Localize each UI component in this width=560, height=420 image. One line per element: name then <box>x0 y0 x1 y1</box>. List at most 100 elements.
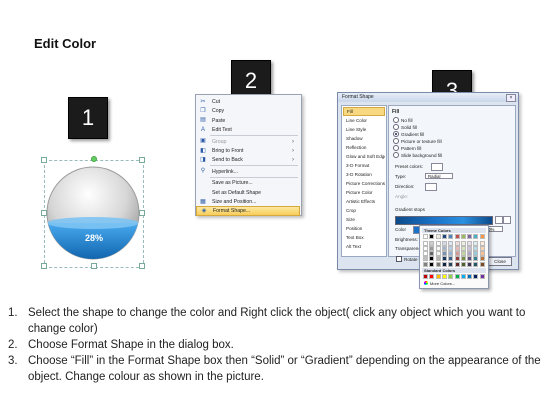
menu-item-label: Bring to Front <box>212 148 244 154</box>
menu-item-label: Format Shape... <box>213 208 251 215</box>
preset-colors-dropdown[interactable] <box>431 163 443 171</box>
color-swatch[interactable] <box>454 234 460 239</box>
color-swatch[interactable] <box>479 261 485 267</box>
format-shape-icon: ◈ <box>201 207 207 214</box>
color-swatch[interactable] <box>473 261 479 267</box>
instruction-item: 1. Select the shape to change the color a… <box>8 305 556 337</box>
radio-button[interactable] <box>393 124 399 130</box>
standard-color-swatch[interactable] <box>467 274 473 279</box>
selected-shape[interactable]: 28% <box>41 156 145 269</box>
fill-option-solid-fill[interactable]: Solid fill <box>393 124 417 130</box>
resize-handle[interactable] <box>41 157 47 163</box>
nav-item-text-box[interactable]: Text Box <box>343 233 385 242</box>
menu-item-label: Size and Position... <box>212 199 257 205</box>
instruction-number: 3. <box>8 355 18 367</box>
fill-option-no-fill[interactable]: No fill <box>393 117 413 123</box>
radio-button[interactable] <box>393 152 399 158</box>
more-colors-item[interactable]: More Colors... <box>422 281 486 286</box>
standard-color-swatch[interactable] <box>454 274 460 279</box>
color-swatch[interactable] <box>441 234 447 239</box>
blank-icon <box>199 180 207 187</box>
standard-color-swatch[interactable] <box>448 274 454 279</box>
resize-handle[interactable] <box>139 263 145 269</box>
standard-color-swatch[interactable] <box>460 274 466 279</box>
nav-item-reflection[interactable]: Reflection <box>343 143 385 152</box>
nav-item-3-d-format[interactable]: 3-D Format <box>343 161 385 170</box>
menu-item-label: Copy <box>212 108 225 115</box>
color-swatch[interactable] <box>479 234 485 239</box>
resize-handle[interactable] <box>41 263 47 269</box>
menu-item-edit-text[interactable]: A Edit Text <box>196 125 300 135</box>
nav-item-position[interactable]: Position <box>343 224 385 233</box>
standard-color-swatch[interactable] <box>423 274 428 279</box>
fill-option-label: Picture or texture fill <box>401 138 442 144</box>
menu-item-label: Save as Picture... <box>212 180 253 187</box>
rotate-handle[interactable] <box>91 156 97 162</box>
dialog-title: Format Shape <box>338 93 518 102</box>
radio-button[interactable] <box>393 138 399 144</box>
direction-label: Direction: <box>395 184 415 189</box>
fill-option-pattern-fill[interactable]: Pattern fill <box>393 145 421 151</box>
radio-button[interactable] <box>393 145 399 151</box>
nav-item-shadow[interactable]: Shadow <box>343 134 385 143</box>
remove-stop-button[interactable] <box>503 216 511 224</box>
color-swatch[interactable] <box>467 234 473 239</box>
menu-item-hyperlink[interactable]: ⚲ Hyperlink... <box>196 167 300 177</box>
nav-item-line-color[interactable]: Line Color <box>343 116 385 125</box>
nav-item-crop[interactable]: Crop <box>343 206 385 215</box>
color-swatch[interactable] <box>423 234 428 239</box>
radio-button[interactable] <box>393 117 399 123</box>
fill-option-picture-or-texture-fill[interactable]: Picture or texture fill <box>393 138 442 144</box>
nav-item-alt-text[interactable]: Alt Text <box>343 242 385 251</box>
nav-item-glow-and-soft-edges[interactable]: Glow and Soft Edges <box>343 152 385 161</box>
theme-colors-label: Theme Colors <box>422 228 486 233</box>
color-swatch[interactable] <box>423 261 428 267</box>
nav-item-size[interactable]: Size <box>343 215 385 224</box>
nav-item-fill[interactable]: Fill <box>343 107 385 116</box>
standard-color-swatch[interactable] <box>435 274 441 279</box>
standard-color-swatch[interactable] <box>473 274 479 279</box>
color-swatch[interactable] <box>429 261 435 267</box>
close-icon[interactable]: × <box>506 94 516 102</box>
color-swatch[interactable] <box>460 261 466 267</box>
fill-option-label: Solid fill <box>401 124 417 130</box>
nav-item-3-d-rotation[interactable]: 3-D Rotation <box>343 170 385 179</box>
add-stop-button[interactable] <box>495 216 503 224</box>
radio-button[interactable] <box>393 131 399 137</box>
color-swatch[interactable] <box>460 234 466 239</box>
menu-item-send-to-back[interactable]: ◨ Send to Back › <box>196 155 300 165</box>
fill-option-slide-background-fill[interactable]: Slide background fill <box>393 152 442 158</box>
resize-handle[interactable] <box>139 157 145 163</box>
color-swatch[interactable] <box>435 234 441 239</box>
color-swatch[interactable] <box>448 261 454 267</box>
nav-item-artistic-effects[interactable]: Artistic Effects <box>343 197 385 206</box>
color-swatch[interactable] <box>448 234 454 239</box>
fill-option-label: No fill <box>401 117 413 123</box>
more-colors-label: More Colors... <box>430 281 456 286</box>
gradient-stops-bar[interactable] <box>395 216 493 225</box>
color-swatch[interactable] <box>454 261 460 267</box>
menu-item-label: Paste <box>212 117 226 124</box>
close-button[interactable]: Close <box>488 257 512 266</box>
color-swatch[interactable] <box>473 234 479 239</box>
resize-handle[interactable] <box>91 263 97 269</box>
standard-color-swatch[interactable] <box>429 274 435 279</box>
nav-item-line-style[interactable]: Line Style <box>343 125 385 134</box>
direction-dropdown[interactable] <box>425 183 437 191</box>
color-swatch[interactable] <box>435 261 441 267</box>
color-swatch[interactable] <box>441 261 447 267</box>
sphere-shape[interactable] <box>45 165 141 261</box>
menu-item-format-shape[interactable]: ◈ Format Shape... <box>196 206 300 217</box>
color-swatch[interactable] <box>467 261 473 267</box>
scissors-icon: ✂ <box>200 98 206 105</box>
nav-item-picture-corrections[interactable]: Picture Corrections <box>343 179 385 188</box>
chevron-right-icon: › <box>292 157 294 164</box>
fill-option-label: Gradient fill <box>401 131 425 137</box>
color-swatch[interactable] <box>429 234 435 239</box>
standard-color-swatch[interactable] <box>441 274 447 279</box>
fill-option-gradient-fill[interactable]: Gradient fill <box>393 131 424 137</box>
type-select[interactable]: Radial <box>425 173 453 179</box>
nav-item-picture-color[interactable]: Picture Color <box>343 188 385 197</box>
chevron-right-icon: › <box>292 138 294 145</box>
standard-color-swatch[interactable] <box>479 274 485 279</box>
